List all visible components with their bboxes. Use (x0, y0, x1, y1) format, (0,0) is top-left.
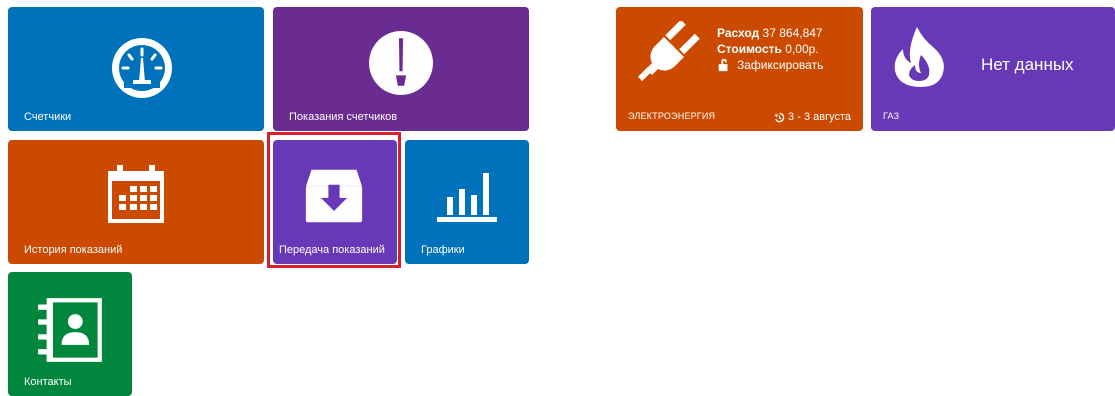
gas-title: ГАЗ (883, 111, 900, 121)
calendar-icon (108, 165, 164, 223)
history-icon (774, 112, 785, 122)
electricity-title: ЭЛЕКТРОЭНЕРГИЯ (628, 111, 716, 121)
unlock-icon (718, 58, 728, 72)
tile-label: Передача показаний (279, 244, 385, 256)
plug-icon (637, 21, 700, 82)
lock-label: Зафиксировать (737, 58, 824, 72)
tile-label: Контакты (24, 376, 72, 388)
tile-meter-readings[interactable]: Показания счетчиков (273, 7, 529, 131)
flame-icon (894, 27, 944, 87)
tile-electricity[interactable]: Расход 37 864,847 Стоимость 0,00р. Зафик… (616, 7, 863, 131)
date-range-label: 3 - 3 августа (788, 111, 851, 123)
gauge-icon (112, 38, 172, 98)
consumption-label: Расход (717, 26, 760, 40)
consumption-row: Расход 37 864,847 (717, 25, 823, 41)
bar-chart-icon (437, 173, 497, 222)
tile-submit-readings[interactable]: Передача показаний (273, 140, 397, 264)
electricity-stats: Расход 37 864,847 Стоимость 0,00р. Зафик… (717, 25, 823, 73)
date-range[interactable]: 3 - 3 августа (774, 111, 851, 123)
tile-meters[interactable]: Счетчики (8, 7, 264, 131)
tile-history[interactable]: История показаний (8, 140, 264, 264)
gas-status: Нет данных (981, 55, 1074, 74)
tile-label: Показания счетчиков (289, 111, 398, 123)
tile-label: История показаний (24, 244, 123, 256)
address-book-icon (38, 298, 102, 362)
dial-icon (369, 31, 433, 95)
consumption-value: 37 864,847 (762, 26, 823, 40)
tile-label: Графики (421, 244, 465, 256)
tile-contacts[interactable]: Контакты (8, 272, 132, 396)
inbox-download-icon (305, 169, 363, 223)
cost-label: Стоимость (717, 42, 782, 56)
tile-gas[interactable]: Нет данных ГАЗ (871, 7, 1115, 131)
lock-button[interactable]: Зафиксировать (717, 57, 823, 73)
tile-charts[interactable]: Графики (405, 140, 529, 264)
cost-value: 0,00р. (785, 42, 819, 56)
cost-row: Стоимость 0,00р. (717, 41, 823, 57)
tile-label: Счетчики (24, 111, 72, 123)
